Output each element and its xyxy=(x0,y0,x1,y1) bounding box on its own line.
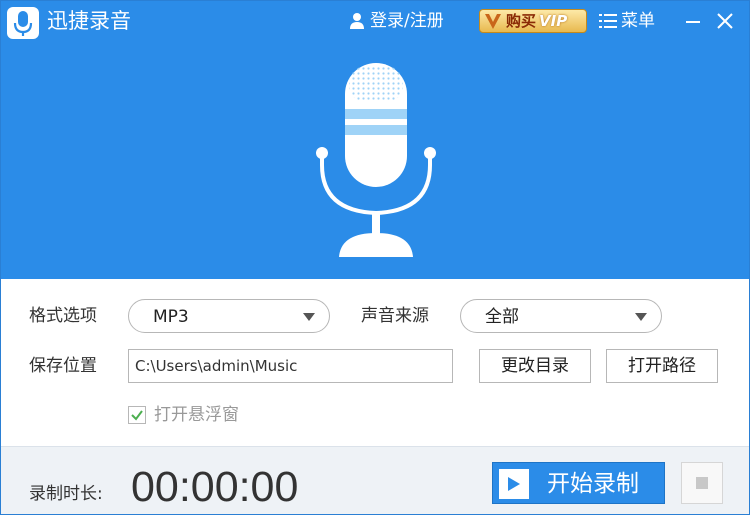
microphone-graphic[interactable] xyxy=(311,61,441,261)
start-recording-label: 开始录制 xyxy=(547,471,639,497)
floating-window-checkbox[interactable]: 打开悬浮窗 xyxy=(128,404,239,426)
user-icon xyxy=(350,13,364,29)
menu-button[interactable]: 菜单 xyxy=(599,10,655,32)
stop-button[interactable] xyxy=(681,462,723,504)
duration-label: 录制时长: xyxy=(29,484,103,504)
start-recording-button[interactable]: 开始录制 xyxy=(492,462,665,504)
floating-window-label: 打开悬浮窗 xyxy=(154,405,239,425)
buy-vip-button[interactable]: 购买 VIP xyxy=(479,9,587,33)
login-label: 登录/注册 xyxy=(370,11,444,31)
login-button[interactable]: 登录/注册 xyxy=(349,10,444,32)
bottom-bar: 录制时长: 00:00:00 开始录制 xyxy=(1,446,749,514)
checkbox-box[interactable] xyxy=(128,406,146,424)
vip-v-icon xyxy=(482,10,504,32)
header: 迅捷录音 登录/注册 购买 VIP 菜单 xyxy=(1,1,749,279)
title-bar[interactable]: 迅捷录音 登录/注册 购买 VIP 菜单 xyxy=(1,1,749,41)
checkmark-icon xyxy=(131,410,143,421)
dropdown-arrow-icon xyxy=(303,313,315,321)
save-path-input[interactable] xyxy=(128,349,453,383)
recording-timer: 00:00:00 xyxy=(131,463,299,511)
format-label: 格式选项 xyxy=(29,306,97,326)
source-label: 声音来源 xyxy=(361,306,429,326)
change-directory-button[interactable]: 更改目录 xyxy=(479,349,591,383)
menu-label: 菜单 xyxy=(621,11,655,31)
close-icon xyxy=(717,13,733,29)
vip-buy-label: 购买 xyxy=(506,12,537,30)
minimize-button[interactable] xyxy=(681,9,705,33)
source-value: 全部 xyxy=(485,307,519,327)
dropdown-arrow-icon xyxy=(635,313,647,321)
format-value: MP3 xyxy=(153,307,189,327)
save-location-label: 保存位置 xyxy=(29,356,97,376)
format-select[interactable]: MP3 xyxy=(128,299,330,333)
minimize-icon xyxy=(686,21,700,23)
stop-icon xyxy=(696,477,708,489)
vip-label: VIP xyxy=(539,12,568,30)
hamburger-icon xyxy=(599,14,617,28)
play-icon xyxy=(499,469,529,499)
app-title: 迅捷录音 xyxy=(47,9,131,33)
microphone-icon xyxy=(7,7,39,39)
close-button[interactable] xyxy=(713,9,737,33)
open-path-button[interactable]: 打开路径 xyxy=(606,349,718,383)
source-select[interactable]: 全部 xyxy=(460,299,662,333)
app-window: 迅捷录音 登录/注册 购买 VIP 菜单 格式选项 MP3 声音来源 全部 保存… xyxy=(0,0,750,515)
